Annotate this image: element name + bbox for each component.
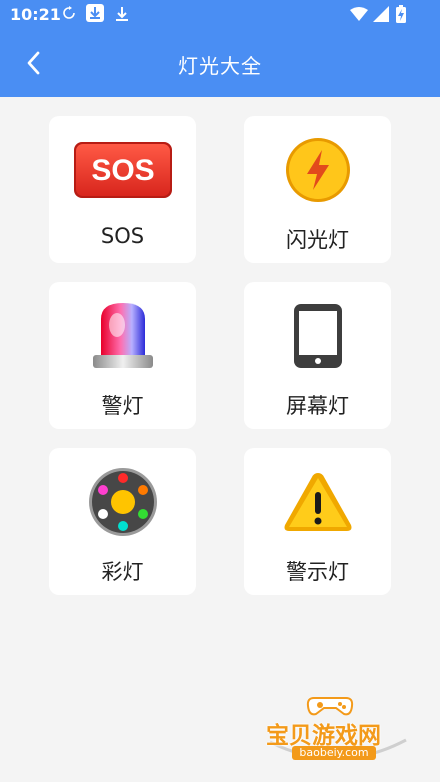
card-label: SOS [100, 224, 145, 248]
watermark-logo: 宝贝游戏网 baobeiy.com [262, 690, 412, 772]
status-time: 10:21 [10, 5, 61, 24]
battery-charging-icon [396, 5, 406, 23]
download-icon [114, 6, 130, 22]
color-lights-icon [49, 468, 196, 536]
sos-badge-text: SOS [91, 154, 154, 187]
card-sos[interactable]: SOS SOS [49, 116, 196, 263]
card-flashlight[interactable]: 闪光灯 [244, 116, 391, 263]
download-active-icon [86, 4, 104, 22]
card-screen-light[interactable]: 屏幕灯 [244, 282, 391, 429]
card-label: 警灯 [101, 394, 144, 418]
card-label: 警示灯 [286, 560, 349, 584]
watermark-url: baobeiy.com [292, 746, 376, 760]
sync-icon [62, 6, 76, 20]
sos-badge-icon: SOS [49, 138, 196, 202]
card-warning-light[interactable]: 警示灯 [244, 448, 391, 595]
card-label: 屏幕灯 [286, 394, 349, 418]
signal-icon [373, 6, 389, 22]
card-label: 彩灯 [101, 560, 144, 584]
gamepad-icon [306, 697, 354, 716]
page-title: 灯光大全 [178, 54, 262, 78]
police-siren-icon [49, 303, 196, 368]
watermark-name: 宝贝游戏网 [266, 723, 381, 749]
status-bar: 10:21 [0, 0, 440, 32]
card-police-light[interactable]: 警灯 [49, 282, 196, 429]
nav-bar: 灯光大全 [0, 32, 440, 97]
card-color-lights[interactable]: 彩灯 [49, 448, 196, 595]
phone-screen-icon [244, 304, 391, 368]
warning-triangle-icon [244, 470, 391, 534]
wifi-icon [350, 7, 368, 21]
card-label: 闪光灯 [286, 228, 349, 252]
app-header: 10:21 灯光大全 [0, 0, 440, 97]
lightning-icon [244, 138, 391, 202]
